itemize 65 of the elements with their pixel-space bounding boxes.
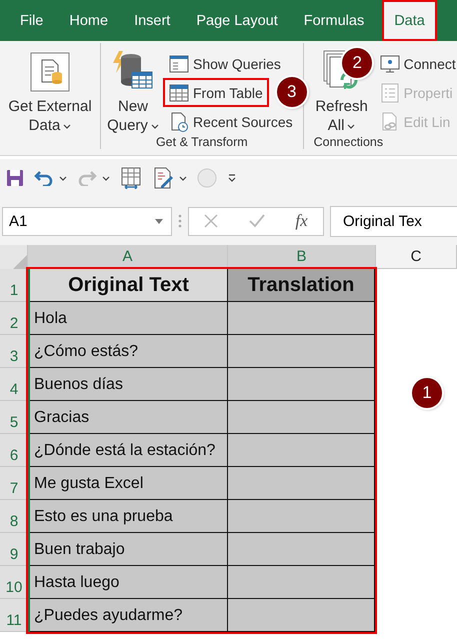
table-cell: ¿Puedes ayudarme? [30, 599, 228, 632]
column-header[interactable]: A [28, 245, 228, 269]
list-icon [380, 82, 400, 102]
dots-handle-icon[interactable] [178, 214, 182, 228]
step-number-badge: 2 [342, 48, 372, 78]
table-cell: Esto es una prueba [30, 500, 228, 533]
row-header[interactable]: 5 [0, 401, 28, 434]
insert-function-button[interactable]: fx [295, 211, 308, 231]
row-header[interactable]: 2 [0, 302, 28, 335]
document-database-icon [30, 52, 70, 92]
table-cell: ¿Dónde está la estación? [30, 434, 228, 467]
row-header[interactable]: 3 [0, 335, 28, 368]
table-cell: Buen trabajo [30, 533, 228, 566]
row-header[interactable]: 4 [0, 368, 28, 401]
ribbon-tab[interactable]: Formulas [296, 0, 372, 41]
group-label: Connections [314, 135, 384, 151]
table-cell: Hola [30, 302, 228, 335]
step-number-badge: 3 [276, 77, 307, 107]
table-resize-icon[interactable] [120, 167, 142, 189]
table-window-icon [169, 54, 189, 74]
row-header[interactable]: 8 [0, 500, 28, 533]
ribbon-tab[interactable]: Home [61, 0, 116, 41]
table-cell: ¿Cómo estás? [30, 335, 228, 368]
row-header[interactable]: 11 [0, 599, 28, 632]
ribbon-button[interactable]: Get External Data [6, 47, 94, 149]
redo-icon[interactable] [77, 170, 97, 186]
ribbon-button[interactable]: From Table [165, 80, 267, 105]
name-box[interactable]: A1 [2, 206, 172, 236]
row-header[interactable]: 10 [0, 566, 28, 599]
caret-icon [179, 176, 187, 180]
column-header[interactable]: C [376, 245, 457, 269]
table-cell: Buenos días [30, 368, 228, 401]
ribbon-tab[interactable]: Page Layout [188, 0, 286, 41]
save-icon[interactable] [6, 169, 24, 187]
customize-toolbar-icon[interactable] [227, 174, 237, 182]
header-cell: Original Text [30, 269, 228, 302]
row-header[interactable]: 6 [0, 434, 28, 467]
header-cell: Translation [228, 269, 375, 302]
row-header[interactable]: 1 [0, 269, 28, 302]
column-header[interactable]: B [228, 245, 376, 269]
step-number-badge: 1 [412, 378, 442, 408]
caret-icon [102, 176, 110, 180]
row-header[interactable]: 9 [0, 533, 28, 566]
ribbon-tab[interactable]: Data [382, 0, 437, 41]
ribbon-tab[interactable]: File [12, 0, 52, 41]
table-icon [169, 82, 189, 102]
row-header[interactable]: 7 [0, 467, 28, 500]
document-clock-icon [169, 112, 189, 132]
formula-field[interactable]: Original Tex [330, 206, 457, 236]
group-label: Get & Transform [156, 135, 248, 151]
check-icon[interactable] [248, 214, 265, 228]
document-pencil-icon[interactable] [152, 167, 174, 189]
monitor-icon [380, 54, 400, 74]
table-cell: Gracias [30, 401, 228, 434]
ribbon-tab[interactable]: Insert [126, 0, 178, 41]
undo-icon[interactable] [34, 170, 54, 186]
ribbon-button[interactable]: Recent Sources [165, 109, 297, 134]
table-cell: Me gusta Excel [30, 467, 228, 500]
caret-icon [59, 176, 67, 180]
circle-icon[interactable] [197, 168, 217, 188]
ribbon-button[interactable]: Show Queries [165, 51, 285, 76]
table-cell: Hasta luego [30, 566, 228, 599]
ribbon-button[interactable]: Connect [376, 51, 457, 76]
ribbon-button[interactable]: New Query [107, 47, 159, 135]
cancel-icon[interactable] [204, 214, 218, 228]
